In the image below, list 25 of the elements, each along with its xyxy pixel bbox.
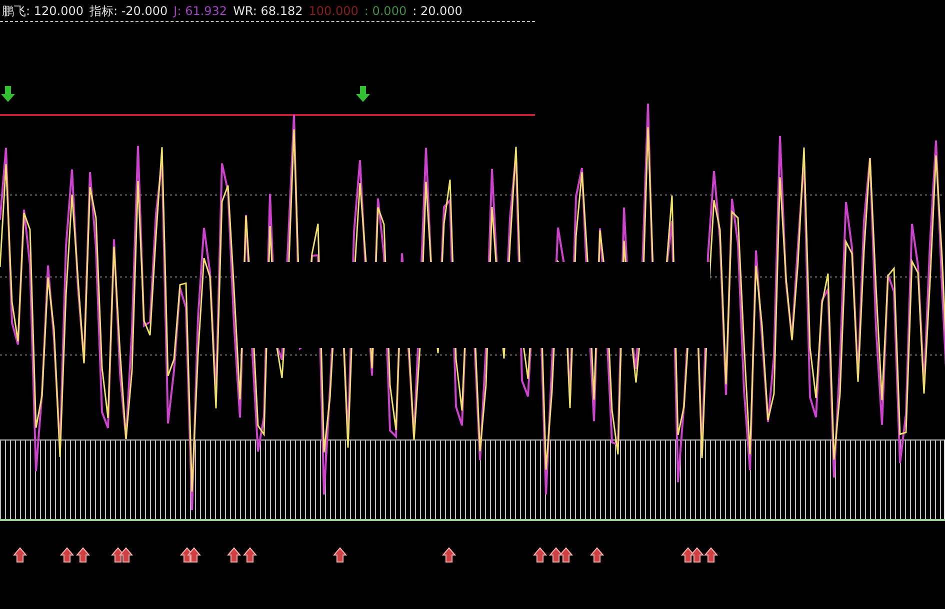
up-arrow-icon <box>76 547 90 562</box>
up-arrow-icon <box>704 547 718 562</box>
up-arrow-icon <box>532 547 548 562</box>
up-arrow-icon <box>242 547 258 562</box>
indicator-value: : 0.000 <box>364 2 407 20</box>
indicator-value: 指标: -20.000 <box>89 2 168 20</box>
up-arrow-icon <box>680 547 696 562</box>
up-arrow-icon <box>12 547 28 562</box>
indicator-value: 100.000 <box>308 2 358 20</box>
indicator-value: : 20.000 <box>412 2 462 20</box>
up-arrow-icon <box>226 547 242 562</box>
up-arrow-icon <box>332 547 348 562</box>
indicator-value: 鹏飞: 120.000 <box>2 2 84 20</box>
up-arrow-icon <box>60 547 74 562</box>
down-arrow-icon <box>1 86 15 102</box>
up-arrow-icon <box>118 547 134 562</box>
up-arrow-icon <box>690 547 704 562</box>
up-arrow-icon <box>186 547 202 562</box>
indicator-value: WR: 68.182 <box>233 2 303 20</box>
indicator-value: J: 61.932 <box>174 2 228 20</box>
up-arrow-icon <box>548 547 564 562</box>
up-arrow-icon <box>558 547 574 562</box>
down-arrow-icon <box>356 86 370 102</box>
up-arrow-icon <box>590 547 604 562</box>
up-arrow-icon <box>442 547 456 562</box>
